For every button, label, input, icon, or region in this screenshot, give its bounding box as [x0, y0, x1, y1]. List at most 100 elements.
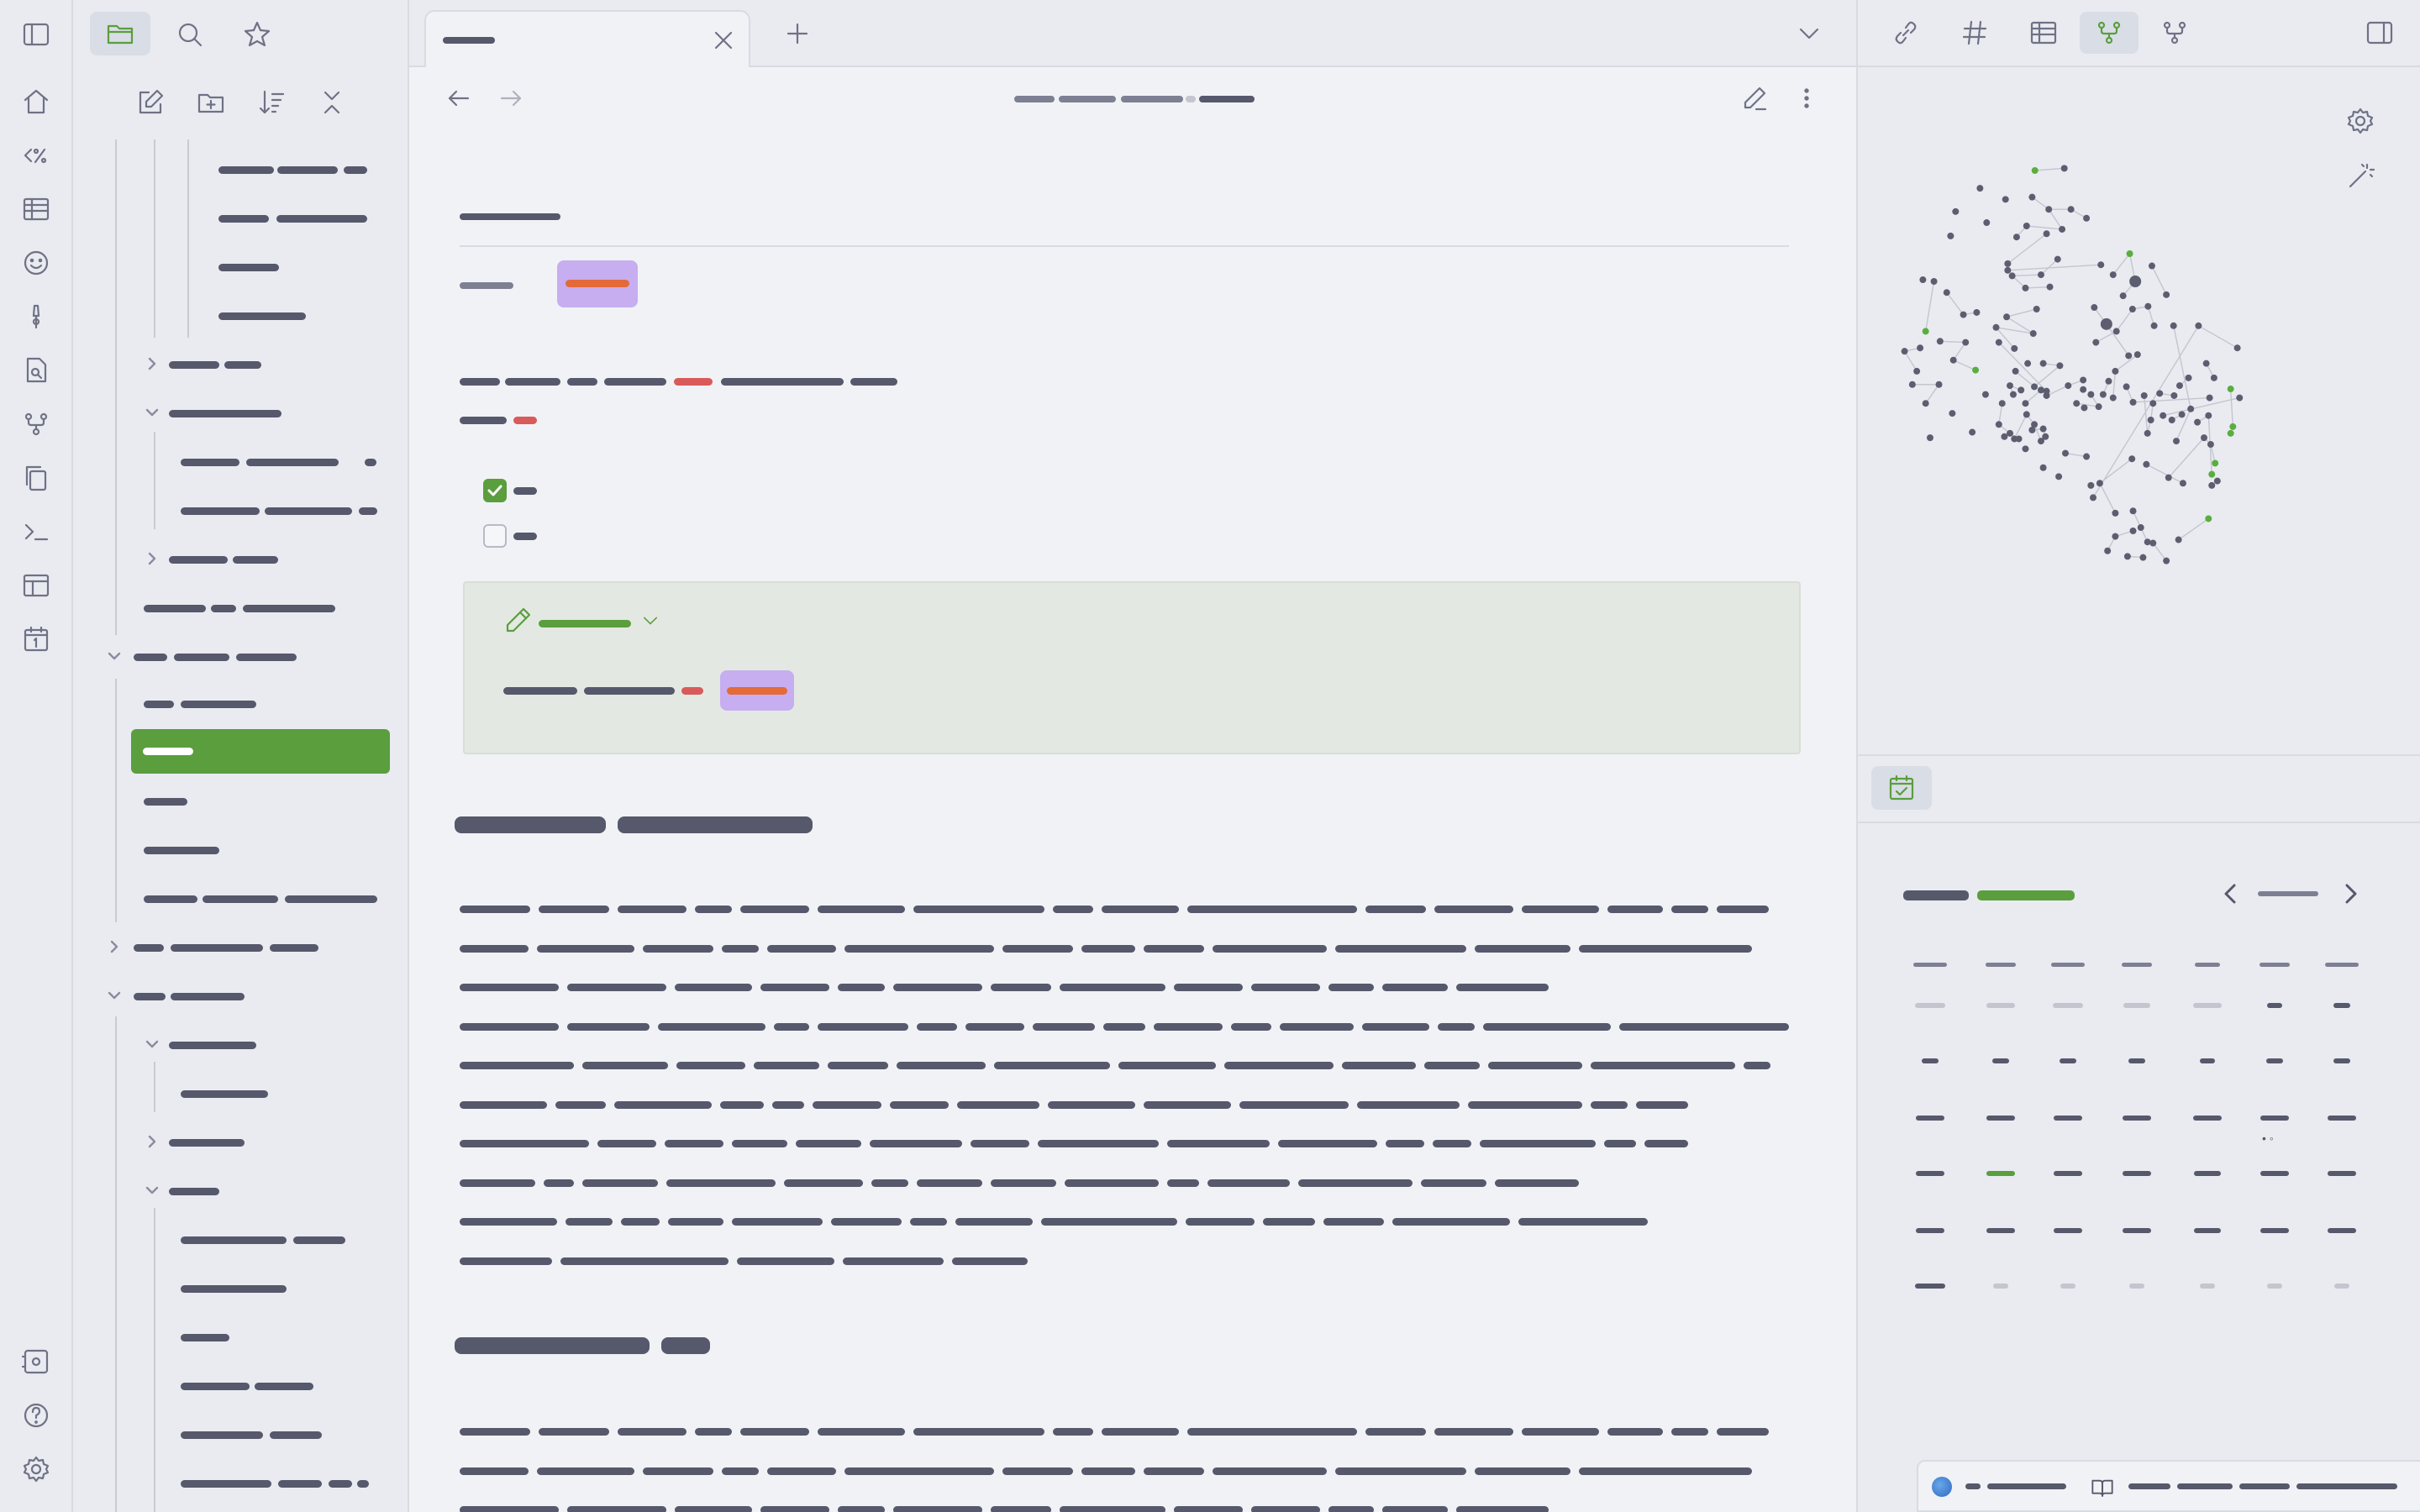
graph-node[interactable]	[2163, 557, 2170, 564]
graph-node[interactable]	[1995, 421, 2002, 428]
calendar-day[interactable]	[1915, 1003, 1945, 1008]
graph-node[interactable]	[2137, 524, 2144, 532]
graph-node[interactable]	[2037, 438, 2044, 445]
graph-node[interactable]	[2160, 412, 2167, 419]
graph-node[interactable]	[2018, 386, 2025, 394]
graph-node[interactable]	[2024, 360, 2032, 367]
graph-node[interactable]	[1919, 276, 1927, 284]
calendar-day[interactable]	[1915, 1284, 1945, 1289]
graph-node[interactable]	[2207, 441, 2214, 449]
graph-node[interactable]	[2033, 306, 2040, 312]
graph-node[interactable]	[2087, 391, 2095, 398]
graph-node[interactable]	[2037, 271, 2044, 279]
calendar-day[interactable]	[2128, 1058, 2145, 1063]
graph-node[interactable]	[2109, 394, 2117, 402]
graph-node[interactable]	[2039, 425, 2047, 433]
graph-node[interactable]	[2128, 455, 2136, 463]
forward-arrow-icon[interactable]	[493, 81, 529, 116]
graph-node[interactable]	[1949, 356, 1957, 364]
graph-node[interactable]	[1981, 391, 1989, 398]
chevron-down-icon[interactable]	[145, 1183, 160, 1198]
previous-month-chevron-icon[interactable]	[2214, 877, 2248, 911]
graph-node[interactable]	[1976, 185, 1984, 192]
graph-node[interactable]	[2185, 374, 2192, 381]
graph-node[interactable]	[1908, 381, 1916, 388]
graph-node[interactable]	[2104, 547, 2112, 554]
graph-node[interactable]	[2195, 322, 2202, 329]
graph-node[interactable]	[1992, 323, 2000, 331]
pin-icon[interactable]	[18, 299, 54, 334]
graph-node[interactable]	[2119, 292, 2127, 300]
more-options-icon[interactable]	[1789, 81, 1824, 116]
graph-node[interactable]	[2022, 445, 2029, 453]
graph-node[interactable]	[2065, 382, 2072, 390]
calendar-day[interactable]	[2200, 1284, 2215, 1289]
templater-icon[interactable]	[18, 138, 54, 173]
graph-node[interactable]	[1949, 410, 1956, 417]
graph-node[interactable]	[2201, 434, 2207, 442]
graph-node[interactable]	[2175, 536, 2182, 543]
chevron-down-icon[interactable]	[107, 648, 122, 664]
graph-node[interactable]	[2081, 404, 2088, 412]
calendar-day[interactable]	[2328, 1116, 2356, 1121]
graph-node[interactable]	[2175, 382, 2183, 390]
graph-node[interactable]	[2144, 538, 2151, 546]
graph-node[interactable]	[2008, 272, 2016, 280]
graph-settings-icon[interactable]	[2344, 104, 2377, 138]
back-arrow-icon[interactable]	[441, 81, 476, 116]
graph-node[interactable]	[2149, 539, 2157, 547]
graph-node[interactable]	[2168, 417, 2175, 423]
smiley-icon[interactable]	[18, 245, 54, 281]
settings-icon[interactable]	[18, 1452, 54, 1487]
calendar-day[interactable]	[2194, 1228, 2221, 1233]
calendar-icon[interactable]	[18, 622, 54, 657]
calendar-day[interactable]	[2267, 1284, 2282, 1289]
graph-node[interactable]	[1901, 348, 1908, 355]
chevron-down-icon[interactable]	[107, 988, 122, 1003]
graph-node[interactable]	[2096, 480, 2103, 487]
calendar-day[interactable]	[1916, 1228, 1944, 1233]
graph-node[interactable]	[2112, 533, 2119, 540]
close-icon[interactable]	[707, 24, 740, 57]
today-button[interactable]	[2258, 891, 2318, 896]
graph-node[interactable]	[2083, 453, 2091, 460]
search-file-icon[interactable]	[18, 353, 54, 388]
graph-node[interactable]	[2112, 367, 2119, 375]
graph-node[interactable]	[2227, 386, 2234, 393]
vault-switch-icon[interactable]	[18, 1344, 54, 1379]
graph-node[interactable]	[2095, 403, 2102, 411]
graph-node[interactable]	[2055, 473, 2063, 480]
graph-node[interactable]	[2080, 376, 2087, 384]
graph-node[interactable]	[2144, 429, 2151, 437]
graph-node[interactable]	[1922, 400, 1929, 407]
graph-node[interactable]	[2012, 367, 2019, 375]
graph-node[interactable]	[2023, 411, 2030, 418]
graph-node[interactable]	[2227, 429, 2234, 437]
graph-node[interactable]	[2029, 330, 2037, 338]
graph-node[interactable]	[1913, 367, 1921, 375]
graph-node[interactable]	[2179, 480, 2186, 487]
chevron-right-icon[interactable]	[145, 551, 160, 566]
graph-node[interactable]	[1973, 308, 1981, 316]
calendar-day[interactable]	[2334, 1284, 2349, 1289]
chevron-right-icon[interactable]	[145, 1134, 160, 1149]
toggle-right-sidebar-icon[interactable]	[2362, 15, 2397, 50]
graph-node[interactable]	[2236, 394, 2244, 402]
chevron-right-icon[interactable]	[107, 939, 122, 954]
graph-node[interactable]	[2129, 276, 2142, 287]
graph-node[interactable]	[2011, 344, 2018, 352]
graph-node[interactable]	[2129, 528, 2137, 534]
chevron-down-icon[interactable]	[639, 610, 661, 632]
graph-node[interactable]	[2205, 412, 2212, 419]
graph-node[interactable]	[2105, 377, 2112, 385]
graph-node[interactable]	[2205, 515, 2212, 522]
graph-node[interactable]	[2165, 474, 2172, 481]
graph-node[interactable]	[2109, 271, 2117, 279]
graph-node[interactable]	[2054, 255, 2061, 263]
terminal-icon[interactable]	[18, 514, 54, 549]
calendar-day[interactable]	[2333, 1003, 2350, 1008]
task-checkbox-checked[interactable]	[483, 479, 507, 502]
chevron-right-icon[interactable]	[145, 356, 160, 371]
graph-node[interactable]	[1943, 289, 1950, 297]
graph-node[interactable]	[2144, 302, 2152, 310]
